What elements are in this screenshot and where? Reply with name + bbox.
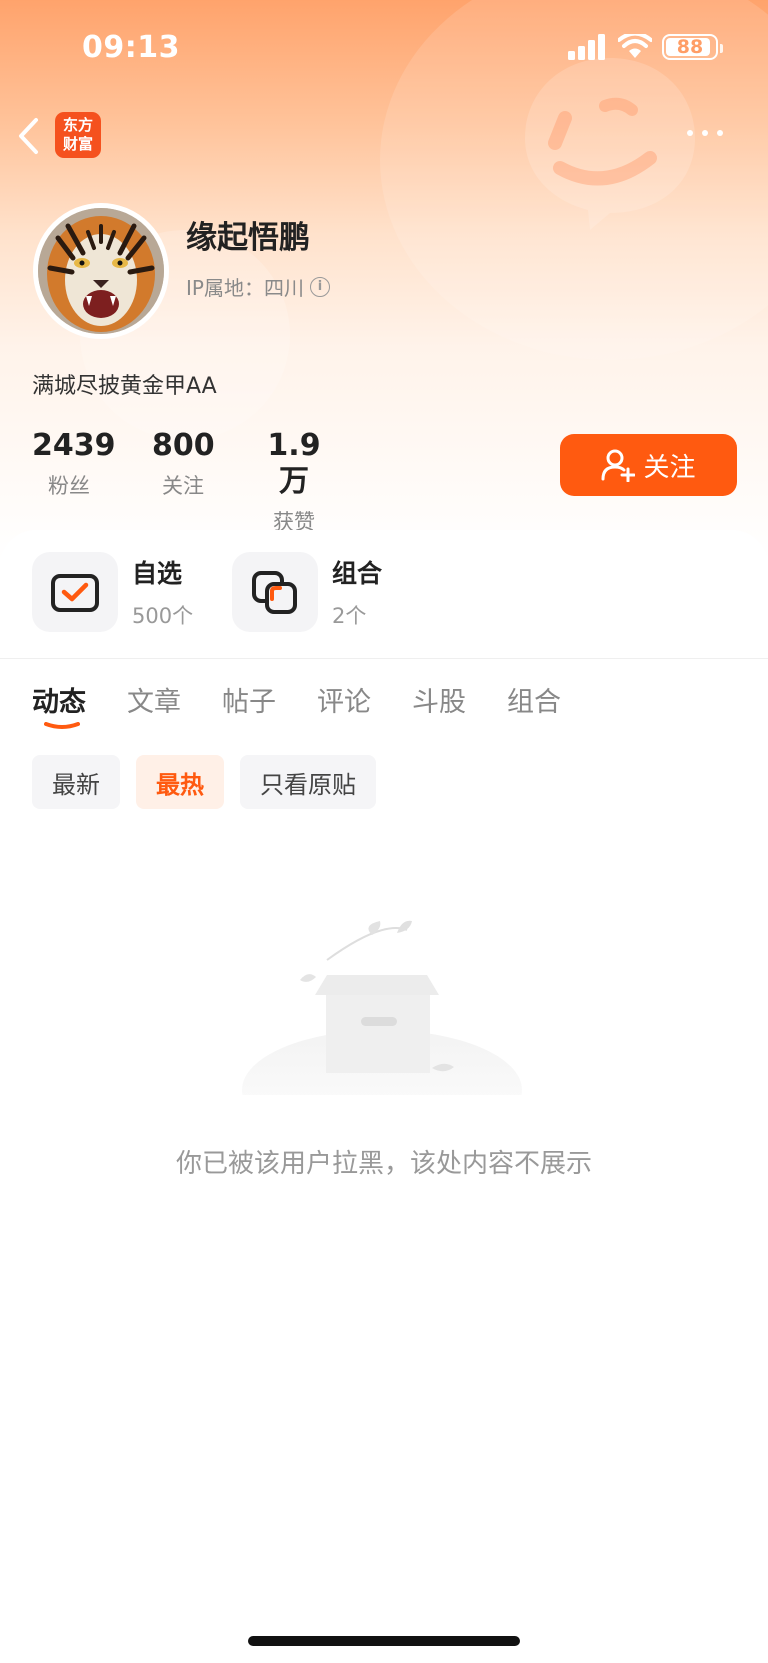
stat-label: 粉丝	[48, 474, 90, 498]
ip-location: IP属地：四川 i	[186, 272, 330, 301]
username: 缘起悟鹏	[186, 220, 310, 256]
info-icon[interactable]: i	[309, 276, 330, 297]
filter-original-only[interactable]: 只看原贴	[240, 755, 376, 809]
tab-posts[interactable]: 帖子	[222, 680, 276, 719]
chevron-left-icon	[19, 118, 38, 154]
battery-level: 88	[676, 36, 704, 58]
dot-icon	[717, 130, 723, 136]
tab-portfolio[interactable]: 组合	[507, 680, 561, 719]
dot-icon	[702, 130, 708, 136]
empty-state-message: 你已被该用户拉黑，该处内容不展示	[175, 1149, 592, 1179]
stat-value: 2439	[32, 428, 116, 463]
stat-following[interactable]: 800 关注	[152, 428, 215, 500]
more-options-button[interactable]	[680, 118, 730, 148]
stat-value: 800	[152, 428, 215, 463]
tab-dynamics[interactable]: 动态	[32, 680, 86, 719]
filter-chips: 最新 最热 只看原贴	[32, 755, 376, 809]
quick-link-title: 自选	[132, 559, 183, 588]
quick-link-count: 2个	[332, 604, 367, 628]
logo-text: 财富	[62, 135, 93, 153]
follow-button[interactable]: 关注	[560, 434, 737, 496]
quick-link-icon-box	[232, 552, 318, 632]
portfolio-icon	[252, 571, 297, 614]
tab-stock-battle[interactable]: 斗股	[412, 680, 466, 719]
back-button[interactable]	[16, 114, 46, 158]
stat-fans[interactable]: 2439 粉丝	[32, 428, 116, 500]
app-logo[interactable]: 东方 财富	[55, 112, 101, 158]
home-indicator[interactable]	[248, 1636, 520, 1646]
follow-button-label: 关注	[643, 452, 696, 483]
dot-icon	[687, 130, 693, 136]
add-user-icon	[601, 449, 636, 482]
tiger-avatar-image	[38, 208, 164, 334]
stat-label: 关注	[162, 474, 204, 498]
filter-hottest[interactable]: 最热	[136, 755, 224, 809]
battery-indicator: 88	[662, 34, 723, 60]
empty-box-illustration	[242, 920, 522, 1095]
wifi-icon	[618, 34, 652, 58]
stat-value: 1.9万	[267, 428, 321, 499]
stat-likes[interactable]: 1.9万 获赞	[254, 428, 334, 536]
logo-text: 东方	[62, 116, 93, 134]
tab-comments[interactable]: 评论	[317, 680, 371, 719]
status-time: 09:13	[82, 30, 180, 65]
section-divider	[0, 658, 768, 659]
signal-icon	[568, 34, 605, 60]
user-bio: 满城尽披黄金甲AA	[32, 374, 217, 399]
quick-link-watchlist[interactable]: 自选 500个	[32, 552, 193, 632]
ip-location-text: IP属地：四川	[186, 276, 304, 300]
tab-articles[interactable]: 文章	[127, 680, 181, 719]
checkbox-icon	[51, 574, 99, 612]
active-tab-indicator	[44, 722, 80, 729]
filter-latest[interactable]: 最新	[32, 755, 120, 809]
quick-link-count: 500个	[132, 604, 194, 628]
avatar[interactable]	[33, 203, 169, 339]
quick-link-title: 组合	[332, 559, 383, 588]
quick-link-icon-box	[32, 552, 118, 632]
quick-link-portfolio[interactable]: 组合 2个	[232, 552, 382, 632]
content-tabs: 动态 文章 帖子 评论 斗股 组合	[32, 680, 561, 719]
status-icons: 88	[568, 34, 723, 60]
